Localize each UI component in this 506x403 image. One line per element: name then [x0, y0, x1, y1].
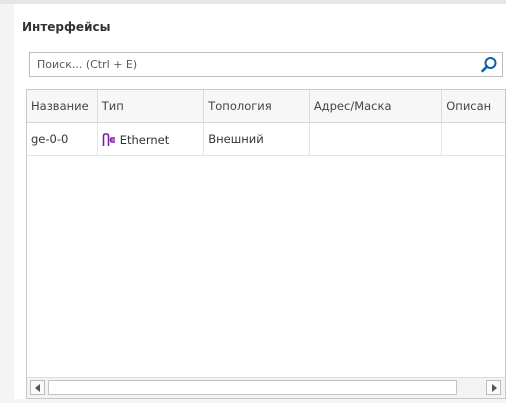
- scroll-right-button[interactable]: [486, 380, 501, 395]
- cell-type-label: Ethernet: [119, 132, 170, 147]
- table-header: Название Тип Топология Адрес/Маска Описа…: [27, 90, 505, 123]
- column-header-name[interactable]: Название: [27, 90, 98, 123]
- cell-address-mask: [310, 123, 443, 156]
- cell-topology: Внешний: [204, 123, 310, 156]
- column-header-address-mask[interactable]: Адрес/Маска: [310, 90, 443, 123]
- column-header-topology[interactable]: Топология: [204, 90, 310, 123]
- cell-name: ge-0-0: [27, 123, 98, 156]
- scroll-left-button[interactable]: [30, 380, 45, 395]
- column-header-description[interactable]: Описан: [442, 90, 505, 123]
- ethernet-icon: [102, 132, 115, 146]
- arrow-left-icon: [35, 384, 40, 392]
- scrollbar-thumb[interactable]: [48, 380, 457, 395]
- interfaces-table: Название Тип Топология Адрес/Маска Описа…: [26, 89, 506, 399]
- horizontal-scrollbar[interactable]: [27, 377, 505, 398]
- search-box[interactable]: [29, 52, 503, 77]
- panel-title: Интерфейсы: [22, 20, 111, 34]
- search-input[interactable]: [30, 53, 470, 76]
- table-row[interactable]: ge-0-0 Ethernet Внешний: [27, 123, 505, 156]
- search-icon[interactable]: [480, 56, 498, 74]
- cell-description: [442, 123, 505, 156]
- arrow-right-icon: [492, 384, 497, 392]
- column-header-type[interactable]: Тип: [98, 90, 205, 123]
- interfaces-panel: Интерфейсы Название Тип Топология Адрес/…: [14, 4, 506, 399]
- cell-type: Ethernet: [98, 123, 205, 156]
